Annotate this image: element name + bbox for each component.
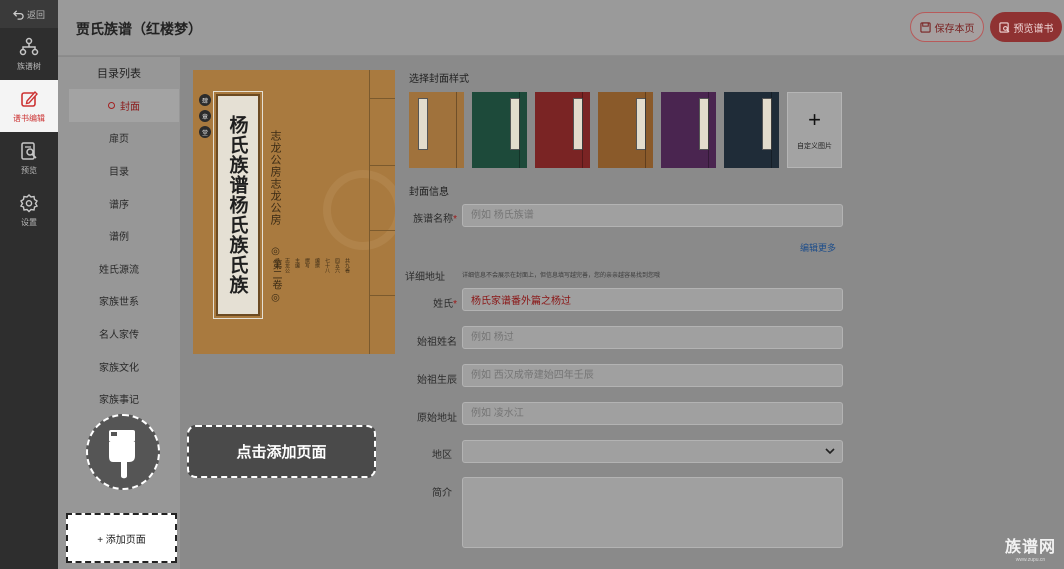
toc-item-rules[interactable]: 谱例 [58,219,180,252]
rail-item-settings[interactable]: 设置 [0,184,58,236]
left-rail: 返回 族谱树 谱书编辑 预览 设置 [0,0,58,569]
save-icon [919,21,931,33]
intro-textarea[interactable] [462,477,843,548]
toc-item-lineage[interactable]: 家族世系 [58,285,180,318]
rail-item-edit[interactable]: 谱书编辑 [0,80,58,132]
cover-title-label: 杨氏族谱杨氏族氏族 [213,91,263,319]
toc-item-surname-origin[interactable]: 姓氏源流 [58,252,180,285]
origin-address-label: 原始地址 [417,413,457,424]
cover-style-thumb[interactable] [472,92,527,168]
surname-input[interactable]: 杨氏家谱番外篇之杨过 [462,288,843,311]
preview-book-button[interactable]: 预览谱书 [990,12,1062,42]
cover-small-col: 杨氏 [274,258,280,268]
toc-heading: 目录列表 [97,68,141,80]
toc-panel: 目录列表 封面 扉页 目录 谱序 谱例 姓氏源流 家族世系 名人家传 家族文化 … [58,57,180,569]
family-name-label: 族谱名称* [413,214,457,225]
cover-spine [369,70,395,354]
top-header: 贾氏族谱（红楼梦） 保存本页 预览谱书 [58,0,1064,56]
preview-label: 预览谱书 [1013,23,1054,35]
save-page-button[interactable]: 保存本页 [910,12,984,42]
address-label: 详细地址 [405,272,445,283]
ancestor-birth-input[interactable] [462,364,843,387]
plus-icon: + [808,107,821,132]
cover-small-text: 共九卷 四五六 七十八 编撰 撰写 主编 志龙公 杨氏 [274,258,351,348]
cover-style-thumb[interactable] [724,92,779,168]
custom-image-label: 自定义图片 [797,143,832,150]
back-arrow-icon [12,9,24,20]
cover-small-col: 共九卷 [344,258,350,273]
cover-small-col: 七十八 [324,258,330,273]
cover-small-col: 主编 [294,258,300,268]
cover-seal: 章 [199,110,211,122]
rail-item-tree[interactable]: 族谱树 [0,28,58,80]
watermark-url: www.zupu.cn [1015,557,1046,563]
ancestor-name-label: 始祖姓名 [417,337,457,348]
brand-watermark: 族谱网 www.zupu.cn [1005,533,1056,563]
intro-label: 简介 [432,488,452,499]
toc-item-events[interactable]: 家族事记 [58,382,180,415]
rail-item-preview[interactable]: 预览 [0,132,58,184]
custom-image-button[interactable]: + 自定义图片 [787,92,842,168]
add-page-tip: 点击添加页面 [187,425,376,478]
cover-seal: 肆 [199,94,211,106]
toc-item-cover[interactable]: 封面 [69,89,179,122]
cover-small-col: 四五六 [334,258,340,273]
cover-style-thumb[interactable] [535,92,590,168]
origin-address-input[interactable] [462,402,843,425]
edit-icon [21,90,38,107]
cover-style-thumb[interactable] [409,92,464,168]
toc-item-contents[interactable]: 目录 [58,154,180,187]
rail-item-label: 预览 [21,165,37,175]
cover-style-thumb[interactable] [598,92,653,168]
pointing-hand-icon [109,430,135,479]
page-title: 贾氏族谱（红楼梦） [76,21,202,37]
cover-style-thumb[interactable] [661,92,716,168]
back-button[interactable]: 返回 [0,0,58,28]
surname-label: 姓氏* [433,299,457,310]
address-hint: 详细信息不会展示在封面上，但信息填写越完善，您的亲亲越容易找到您哦 [462,273,661,279]
cover-small-col: 志龙公 [284,258,290,273]
rail-item-label: 设置 [21,217,37,227]
toc-item-flyleaf[interactable]: 扉页 [58,122,180,155]
cover-style-list: + 自定义图片 [409,92,842,168]
add-page-button[interactable]: + 添加页面 [66,513,177,563]
cover-main-title: 杨氏族谱杨氏族氏族 [226,115,249,295]
cover-info-title: 封面信息 [409,187,449,198]
chevron-down-icon [825,448,835,455]
cover-small-col: 编撰 [314,258,320,268]
edit-more-link[interactable]: 编辑更多 [800,241,836,254]
preview-icon [21,141,37,160]
toc-item-culture[interactable]: 家族文化 [58,350,180,383]
toc-item-biographies[interactable]: 名人家传 [58,317,180,350]
cover-small-col: 撰写 [304,258,310,268]
save-label: 保存本页 [934,23,975,35]
back-label: 返回 [26,9,45,20]
watermark-brand: 族谱网 [1004,539,1056,556]
gear-icon [19,193,39,212]
family-name-input[interactable] [462,204,843,227]
ancestor-birth-label: 始祖生辰 [417,375,457,386]
rail-item-label: 族谱树 [17,61,41,71]
tree-icon [19,37,39,55]
ancestor-name-input[interactable] [462,326,843,349]
cover-subtitle: 志龙公房志龙公房 [269,130,282,226]
pointer-hand-guide [86,414,160,490]
cover-preview[interactable]: 肆 章 堂 杨氏族谱杨氏族氏族 志龙公房志龙公房 ◎ 第二卷 ◎ 共九卷 四五六… [193,70,395,354]
toc-item-preface[interactable]: 谱序 [58,187,180,220]
preview-book-icon [998,21,1009,33]
region-select[interactable] [462,440,843,463]
cover-seal: 堂 [199,126,211,138]
cover-style-title: 选择封面样式 [409,74,469,85]
region-label: 地区 [432,450,452,461]
rail-item-label: 谱书编辑 [13,113,45,123]
